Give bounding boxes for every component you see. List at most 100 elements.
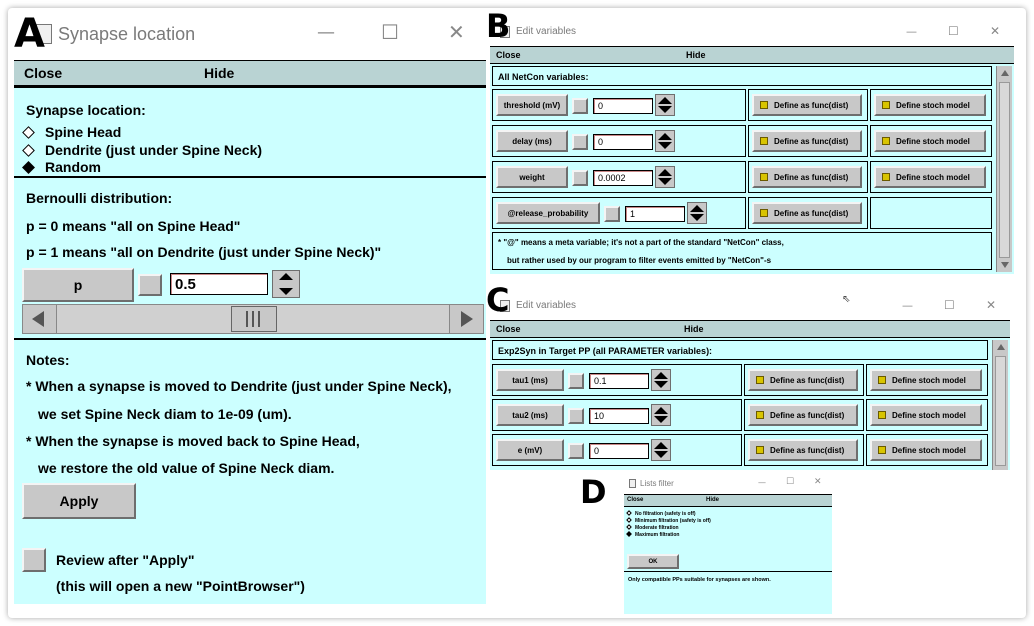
slider-left-arrow-icon[interactable] [23, 305, 57, 333]
window-edit-variables-netcon: Edit variables — ☐ ✕ Close Hide All NetC… [490, 20, 1014, 274]
checkbox-icon [756, 411, 764, 419]
variable-stepper[interactable] [655, 94, 675, 116]
variable-name-button[interactable]: e (mV) [496, 439, 564, 461]
variable-checkbox[interactable] [568, 373, 584, 389]
maximize-icon[interactable]: ☐ [944, 298, 955, 312]
variable-name-button[interactable]: threshold (mV) [496, 94, 568, 116]
variable-checkbox[interactable] [572, 170, 588, 186]
maximize-icon[interactable]: ☐ [948, 24, 959, 38]
variable-value-field[interactable]: 0 [593, 134, 653, 150]
close-icon[interactable]: ✕ [990, 24, 1000, 38]
define-func-label: Define as func(dist) [774, 208, 849, 218]
vertical-scrollbar[interactable] [992, 340, 1008, 470]
variable-stepper[interactable] [651, 439, 671, 461]
variable-value-field[interactable]: 1 [625, 206, 685, 222]
define-stoch-button[interactable]: Define stoch model [870, 404, 982, 426]
minimize-icon[interactable]: — [317, 22, 335, 43]
section-title: Exp2Syn in Target PP (all PARAMETER vari… [498, 346, 713, 356]
minimize-icon[interactable]: — [906, 25, 917, 38]
variable-name-button[interactable]: tau1 (ms) [496, 369, 564, 391]
bernoulli-heading: Bernoulli distribution: [26, 190, 173, 206]
scroll-thumb[interactable] [995, 356, 1006, 466]
close-icon[interactable]: ✕ [986, 298, 996, 312]
variable-value-field[interactable]: 0.0002 [593, 170, 653, 186]
variable-checkbox[interactable] [568, 408, 584, 424]
p-stepper[interactable] [272, 270, 300, 298]
radio-maximum-filtration[interactable]: Maximum filtration [626, 531, 679, 538]
define-func-button[interactable]: Define as func(dist) [748, 439, 858, 461]
bernoulli-line-1: p = 0 means "all on Spine Head" [26, 218, 241, 234]
define-func-button[interactable]: Define as func(dist) [752, 166, 862, 188]
vertical-scrollbar[interactable] [996, 66, 1012, 272]
radio-label: Dendrite (just under Spine Neck) [45, 142, 263, 158]
p-value-field[interactable]: 0.5 [170, 273, 268, 295]
radio-random[interactable]: Random [22, 159, 101, 177]
apply-button[interactable]: Apply [22, 483, 136, 519]
func-cell: Define as func(dist) [748, 125, 868, 157]
variable-checkbox[interactable] [572, 134, 588, 150]
variable-row-threshold: threshold (mV) 0 [492, 89, 746, 121]
variable-value-field[interactable]: 0 [589, 443, 649, 459]
variable-stepper[interactable] [655, 166, 675, 188]
variable-stepper[interactable] [651, 404, 671, 426]
scroll-up-icon[interactable] [996, 344, 1005, 350]
define-stoch-button[interactable]: Define stoch model [874, 94, 986, 116]
variable-name-button[interactable]: delay (ms) [496, 130, 568, 152]
menu-hide[interactable]: Hide [686, 50, 706, 60]
slider-right-arrow-icon[interactable] [449, 305, 483, 333]
radio-dendrite[interactable]: Dendrite (just under Spine Neck) [22, 142, 263, 160]
variable-checkbox[interactable] [572, 98, 588, 114]
p-button[interactable]: p [22, 268, 134, 302]
define-func-label: Define as func(dist) [770, 375, 845, 385]
minimize-icon[interactable]: — [758, 478, 766, 487]
radio-no-filtration[interactable]: No filtration (safety is off) [626, 510, 696, 517]
variable-value-field[interactable]: 10 [589, 408, 649, 424]
radio-moderate-filtration[interactable]: Moderate filtration [626, 524, 679, 531]
review-checkbox[interactable] [22, 548, 46, 572]
define-stoch-button[interactable]: Define stoch model [874, 130, 986, 152]
variable-stepper[interactable] [651, 369, 671, 391]
menu-close[interactable]: Close [496, 324, 521, 334]
variable-name-button[interactable]: weight [496, 166, 568, 188]
scroll-down-icon[interactable] [1000, 262, 1009, 268]
radio-spine-head[interactable]: Spine Head [22, 124, 121, 142]
review-sublabel: (this will open a new "PointBrowser") [56, 578, 305, 594]
menu-hide[interactable]: Hide [684, 324, 704, 334]
define-stoch-button[interactable]: Define stoch model [870, 439, 982, 461]
variable-value-field[interactable]: 0.1 [589, 373, 649, 389]
scroll-thumb[interactable] [999, 82, 1010, 258]
define-func-label: Define as func(dist) [774, 100, 849, 110]
p-slider[interactable] [22, 304, 484, 334]
menu-hide[interactable]: Hide [204, 65, 234, 81]
define-func-button[interactable]: Define as func(dist) [748, 404, 858, 426]
define-stoch-button[interactable]: Define stoch model [874, 166, 986, 188]
minimize-icon[interactable]: — [902, 299, 913, 312]
variable-name-button[interactable]: @release_probability [496, 202, 600, 224]
radio-minimum-filtration[interactable]: Minimum filtration (safety is off) [626, 517, 711, 524]
func-cell: Define as func(dist) [748, 161, 868, 193]
define-func-button[interactable]: Define as func(dist) [748, 369, 858, 391]
variable-checkbox[interactable] [604, 206, 620, 222]
menu-hide[interactable]: Hide [706, 497, 719, 503]
define-func-button[interactable]: Define as func(dist) [752, 202, 862, 224]
maximize-icon[interactable]: ☐ [381, 20, 399, 44]
scroll-up-icon[interactable] [1000, 70, 1009, 76]
variable-value-field[interactable]: 0 [593, 98, 653, 114]
menu-close[interactable]: Close [496, 50, 521, 60]
close-icon[interactable]: ✕ [814, 477, 822, 487]
menu-close[interactable]: Close [627, 497, 643, 503]
maximize-icon[interactable]: ☐ [786, 477, 794, 487]
variable-stepper[interactable] [655, 130, 675, 152]
variable-checkbox[interactable] [568, 443, 584, 459]
menu-close[interactable]: Close [24, 65, 62, 81]
define-func-button[interactable]: Define as func(dist) [752, 94, 862, 116]
ok-button[interactable]: OK [627, 554, 679, 569]
p-checkbox[interactable] [138, 274, 162, 296]
close-icon[interactable]: ✕ [448, 20, 465, 44]
define-stoch-button[interactable]: Define stoch model [870, 369, 982, 391]
define-func-button[interactable]: Define as func(dist) [752, 130, 862, 152]
menu-bar: Close Hide [490, 46, 1014, 64]
variable-name-button[interactable]: tau2 (ms) [496, 404, 564, 426]
variable-stepper[interactable] [687, 202, 707, 224]
slider-thumb[interactable] [231, 306, 277, 332]
